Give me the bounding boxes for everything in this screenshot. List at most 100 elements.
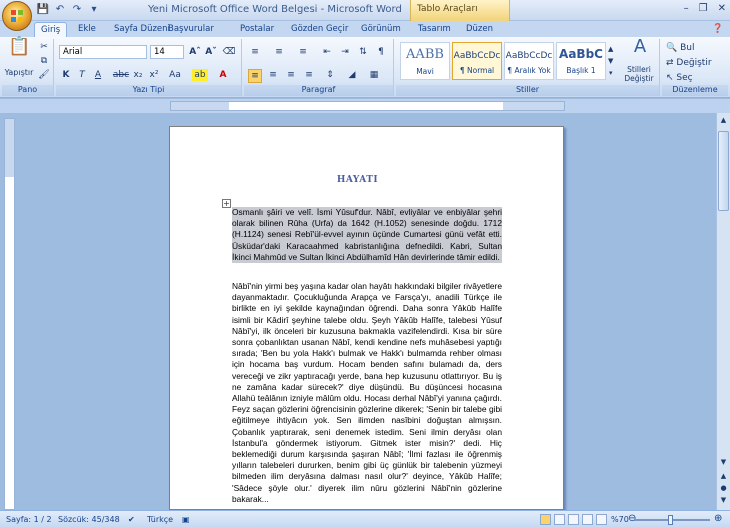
prev-page-icon[interactable]: ▲ — [718, 471, 729, 482]
style-mavi[interactable]: AABB Mavi — [400, 42, 450, 80]
language[interactable]: Türkçe — [147, 515, 173, 524]
style-preview: AaBbCcDc — [453, 51, 501, 61]
style-baslik-1[interactable]: AaBbC Başlık 1 — [556, 42, 606, 80]
style-name: ¶ Normal — [459, 66, 495, 75]
editing-group-label: Düzenleme — [662, 85, 728, 96]
find-button[interactable]: 🔍 Bul — [666, 42, 724, 54]
change-styles-icon[interactable]: A — [626, 38, 654, 56]
close-icon[interactable]: ✕ — [718, 3, 726, 14]
show-marks-icon[interactable]: ¶ — [374, 46, 388, 58]
tab-giris[interactable]: Giriş — [34, 22, 68, 38]
multilevel-list-icon[interactable]: ≡ — [296, 46, 310, 58]
undo-icon[interactable]: ↶ — [53, 3, 67, 17]
subscript-icon[interactable]: x₂ — [132, 69, 144, 81]
paragraph-group: ≡ ≡ ≡ ⇤ ⇥ ⇅ ¶ ≡ ≡ ≡ ≡ ⇕ ◢ ▦ Paragraf — [244, 39, 394, 96]
vertical-ruler[interactable] — [4, 118, 15, 510]
styles-scroll-icon[interactable]: ▲ ▼ ▾ — [608, 43, 613, 79]
left-margin-zone — [171, 102, 229, 110]
grow-font-icon[interactable]: Aˆ — [188, 46, 202, 58]
clipboard-group: 📋 Yapıştır ✂ ⧉ 🖌 Pano — [2, 38, 54, 96]
style-normal[interactable]: AaBbCcDc ¶ Normal — [452, 42, 502, 80]
styles-group-label: Stiller — [396, 85, 659, 96]
copy-icon[interactable]: ⧉ — [38, 55, 50, 67]
right-margin-zone — [503, 102, 564, 110]
highlight-icon[interactable]: ab — [192, 69, 208, 81]
paragraph-body[interactable]: Nâbî'nin yirmi beş yaşına kadar olan hay… — [232, 281, 502, 510]
clear-format-icon[interactable]: ⌫ — [222, 46, 236, 58]
tab-ekle[interactable]: Ekle — [72, 22, 102, 37]
style-aralik-yok[interactable]: AaBbCcDc ¶ Aralık Yok — [504, 42, 554, 80]
change-case-icon[interactable]: Aa — [166, 69, 184, 81]
browse-object-icon[interactable]: ● — [718, 483, 729, 494]
office-button[interactable] — [2, 1, 32, 31]
tab-tasarim[interactable]: Tasarım — [412, 22, 457, 37]
align-left-icon[interactable]: ≡ — [248, 69, 262, 83]
vertical-scrollbar[interactable]: ▲ ▼ ▲ ● ▼ — [716, 113, 730, 510]
font-size-select[interactable]: 14 — [150, 45, 184, 59]
scroll-up-icon[interactable]: ▲ — [718, 115, 729, 126]
bold-icon[interactable]: K — [60, 69, 72, 81]
save-icon[interactable]: 💾 — [36, 3, 50, 17]
spelling-check-icon[interactable]: ✔ — [128, 515, 135, 524]
scroll-down-icon[interactable]: ▼ — [718, 457, 729, 468]
paste-button[interactable]: Yapıştır — [4, 67, 34, 79]
macro-record-icon[interactable]: ▣ — [182, 515, 190, 524]
font-group: Arial 14 Aˆ Aˇ ⌫ K T A abc x₂ x² Aa ab A… — [56, 39, 242, 96]
tab-basvurular[interactable]: Başvurular — [162, 22, 220, 37]
borders-icon[interactable]: ▦ — [366, 69, 382, 81]
underline-icon[interactable]: A — [92, 69, 104, 81]
paragraph-group-label: Paragraf — [244, 85, 393, 96]
find-label: Bul — [680, 43, 695, 53]
outline-view-icon[interactable] — [582, 514, 593, 525]
restore-icon[interactable]: ❐ — [699, 3, 708, 14]
format-painter-icon[interactable]: 🖌 — [38, 69, 50, 81]
zoom-in-icon[interactable]: ⊕ — [714, 513, 722, 524]
tab-gorunum[interactable]: Görünüm — [355, 22, 407, 37]
select-icon: ↖ — [666, 73, 674, 83]
customize-qat-icon[interactable]: ▾ — [87, 3, 101, 17]
change-styles-button[interactable]: Stilleri Değiştir — [618, 65, 660, 83]
select-button[interactable]: ↖ Seç — [666, 72, 724, 84]
cut-icon[interactable]: ✂ — [38, 41, 50, 53]
zoom-slider-thumb[interactable] — [668, 515, 673, 525]
paragraph-selected[interactable]: Osmanlı şâiri ve velî. İsmi Yûsuf'dur. N… — [232, 207, 502, 264]
status-bar: Sayfa: 1 / 2 Sözcük: 45/348 ✔ Türkçe ▣ %… — [0, 510, 730, 528]
minimize-icon[interactable]: – — [684, 3, 689, 14]
shading-icon[interactable]: ◢ — [344, 69, 360, 81]
help-icon[interactable]: ❓ — [706, 22, 729, 37]
web-layout-view-icon[interactable] — [568, 514, 579, 525]
table-move-handle-icon[interactable]: + — [222, 199, 231, 208]
word-count[interactable]: Sözcük: 45/348 — [58, 515, 120, 524]
align-center-icon[interactable]: ≡ — [266, 69, 280, 81]
bullets-icon[interactable]: ≡ — [248, 46, 262, 58]
scroll-thumb[interactable] — [718, 131, 729, 211]
justify-icon[interactable]: ≡ — [302, 69, 316, 81]
print-layout-view-icon[interactable] — [540, 514, 551, 525]
italic-icon[interactable]: T — [76, 69, 88, 81]
draft-view-icon[interactable] — [596, 514, 607, 525]
horizontal-ruler[interactable] — [170, 101, 565, 111]
shrink-font-icon[interactable]: Aˇ — [204, 46, 218, 58]
redo-icon[interactable]: ↷ — [70, 3, 84, 17]
paste-icon[interactable]: 📋 — [8, 38, 30, 63]
next-page-icon[interactable]: ▼ — [718, 495, 729, 506]
tab-duzen[interactable]: Düzen — [460, 22, 499, 37]
decrease-indent-icon[interactable]: ⇤ — [320, 46, 334, 58]
tab-postalar[interactable]: Postalar — [234, 22, 280, 37]
numbering-icon[interactable]: ≡ — [272, 46, 286, 58]
strikethrough-icon[interactable]: abc — [112, 69, 130, 81]
replace-button[interactable]: ⇄ Değiştir — [666, 57, 724, 69]
title-bar: 💾 ↶ ↷ ▾ Yeni Microsoft Office Word Belge… — [0, 0, 730, 21]
increase-indent-icon[interactable]: ⇥ — [338, 46, 352, 58]
line-spacing-icon[interactable]: ⇕ — [322, 69, 338, 81]
sort-icon[interactable]: ⇅ — [356, 46, 370, 58]
font-color-icon[interactable]: A — [216, 69, 230, 81]
align-right-icon[interactable]: ≡ — [284, 69, 298, 81]
office-logo-icon — [11, 10, 23, 22]
tab-gozden-gecir[interactable]: Gözden Geçir — [285, 22, 354, 37]
superscript-icon[interactable]: x² — [148, 69, 160, 81]
font-name-select[interactable]: Arial — [59, 45, 147, 59]
zoom-level[interactable]: %70 — [611, 515, 629, 524]
page-count[interactable]: Sayfa: 1 / 2 — [6, 515, 52, 524]
full-screen-view-icon[interactable] — [554, 514, 565, 525]
